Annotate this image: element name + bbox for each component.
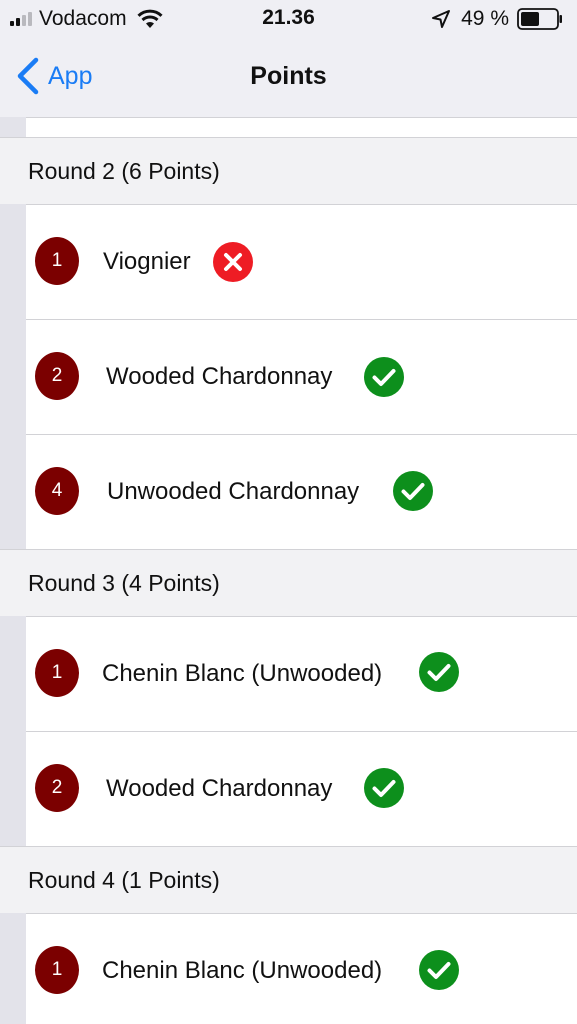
wine-name: Chenin Blanc (Unwooded) <box>102 660 383 687</box>
list-item[interactable]: 2 Wooded Chardonnay <box>26 319 577 434</box>
rank-badge: 1 <box>35 946 79 994</box>
checkmark-circle-icon <box>364 357 404 397</box>
status-right-group: 49 % <box>431 6 563 32</box>
rank-badge: 1 <box>35 649 79 697</box>
list-item-cut <box>26 117 577 137</box>
page-title: Points <box>250 62 327 90</box>
checkmark-circle-icon <box>393 471 433 511</box>
navigation-bar: App Points <box>0 38 577 117</box>
status-bar: Vodacom 21.36 49 % <box>0 0 577 38</box>
section-round-2: 1 Viognier 2 Wooded Chardonnay 4 Unwoode… <box>0 204 577 549</box>
list-item[interactable]: 1 Viognier <box>26 204 577 319</box>
cross-circle-icon <box>213 242 253 282</box>
wine-name: Wooded Chardonnay <box>106 775 333 802</box>
rank-badge: 2 <box>35 352 79 400</box>
checkmark-circle-icon <box>419 652 459 692</box>
previous-section-tail <box>0 117 577 137</box>
rank-badge: 2 <box>35 764 79 812</box>
battery-icon <box>517 8 562 30</box>
points-list[interactable]: Round 2 (6 Points) 1 Viognier 2 Wooded C… <box>0 117 577 1024</box>
wine-name: Unwooded Chardonnay <box>107 478 360 505</box>
location-arrow-icon <box>432 10 451 28</box>
list-item[interactable]: 1 Chenin Blanc (Unwooded) <box>26 913 577 1024</box>
checkmark-circle-icon <box>364 768 404 808</box>
list-item[interactable]: 4 Unwooded Chardonnay <box>26 434 577 549</box>
wine-name: Viognier <box>103 248 191 275</box>
list-item[interactable]: 2 Wooded Chardonnay <box>26 731 577 846</box>
battery-percent: 49 % <box>461 7 509 30</box>
section-round-4: 1 Chenin Blanc (Unwooded) <box>0 913 577 1024</box>
rank-badge: 4 <box>35 467 79 515</box>
section-header-round-3: Round 3 (4 Points) <box>0 549 577 616</box>
checkmark-circle-icon <box>419 950 459 990</box>
list-item[interactable]: 1 Chenin Blanc (Unwooded) <box>26 616 577 731</box>
section-round-3: 1 Chenin Blanc (Unwooded) 2 Wooded Chard… <box>0 616 577 846</box>
wine-name: Wooded Chardonnay <box>106 363 333 390</box>
rank-badge: 1 <box>35 237 79 285</box>
section-header-round-4: Round 4 (1 Points) <box>0 846 577 913</box>
wine-name: Chenin Blanc (Unwooded) <box>102 957 383 984</box>
section-header-round-2: Round 2 (6 Points) <box>0 137 577 204</box>
